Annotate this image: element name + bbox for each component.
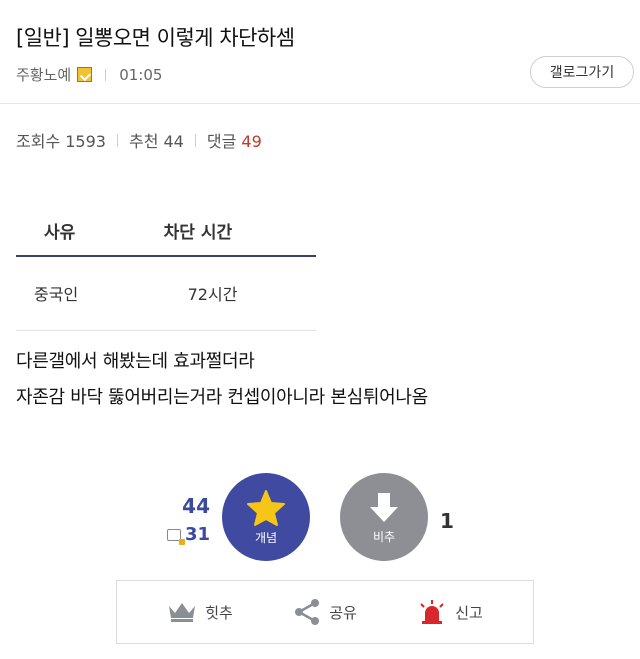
table-cell-duration: 72시간 [119, 256, 316, 331]
meta-divider [105, 68, 107, 81]
comment-label: 댓글 [206, 132, 237, 151]
post-stats: 조회수 1593 추천 44 댓글 49 [16, 128, 262, 152]
upvote-label: 개념 [254, 530, 278, 545]
siren-icon [420, 600, 444, 624]
downvote-count: 1 [440, 509, 454, 533]
post-time: 01:05 [119, 65, 163, 84]
fixed-user-icon [166, 528, 185, 545]
crown-icon [169, 603, 196, 622]
header-divider [0, 103, 640, 104]
table-cell-reason: 중국인 [16, 256, 120, 331]
block-table: 사유 차단 시간 중국인 72시간 [16, 206, 316, 331]
table-header-reason: 사유 [16, 206, 120, 257]
post-body: 다른갤에서 해봤는데 효과쩔더라 자존감 바닥 뚫어버리는거라 컨셉이아니라 본… [16, 344, 428, 416]
hit-label: 힛추 [205, 603, 233, 622]
body-line: 자존감 바닥 뚫어버리는거라 컨셉이아니라 본심튀어나옴 [16, 387, 428, 408]
report-button[interactable]: 신고 [417, 599, 483, 625]
comment-count: 49 [241, 132, 262, 151]
table-header-duration: 차단 시간 [119, 206, 316, 257]
share-button[interactable]: 공유 [293, 598, 357, 626]
upvote-button[interactable]: 개념 [222, 473, 310, 561]
downvote-label: 비추 [372, 529, 396, 544]
view-count: 조회수 1593 [16, 132, 106, 151]
upvote-count: 44 [182, 494, 210, 518]
author-name[interactable]: 주황노예 [16, 64, 71, 85]
share-icon [295, 599, 320, 625]
recommend-count: 추천 44 [128, 132, 184, 151]
gallog-button[interactable]: 갤로그가기 [530, 56, 634, 88]
comment-link[interactable]: 댓글 49 [207, 128, 262, 152]
body-line: 다른갤에서 해봤는데 효과쩔더라 [16, 351, 255, 372]
post-meta: 주황노예 01:05 [16, 64, 162, 85]
arrow-down-icon [370, 492, 398, 522]
action-bar: 힛추 공유 신고 [116, 580, 534, 644]
table-header-row: 사유 차단 시간 [16, 206, 316, 257]
star-icon [247, 489, 285, 526]
post-title: [일반] 일뽕오면 이렇게 차단하셈 [16, 26, 295, 50]
gallog-badge-icon [77, 67, 93, 82]
hit-button[interactable]: 힛추 [167, 600, 233, 624]
share-label: 공유 [329, 603, 357, 622]
report-label: 신고 [455, 603, 483, 622]
stats-divider [194, 133, 196, 147]
fixed-upvote-value: 31 [184, 524, 210, 545]
stats-divider [116, 133, 118, 147]
table-row: 중국인 72시간 [16, 256, 316, 331]
fixed-upvote-count: 31 [160, 524, 210, 545]
downvote-button[interactable]: 비추 [340, 473, 428, 561]
